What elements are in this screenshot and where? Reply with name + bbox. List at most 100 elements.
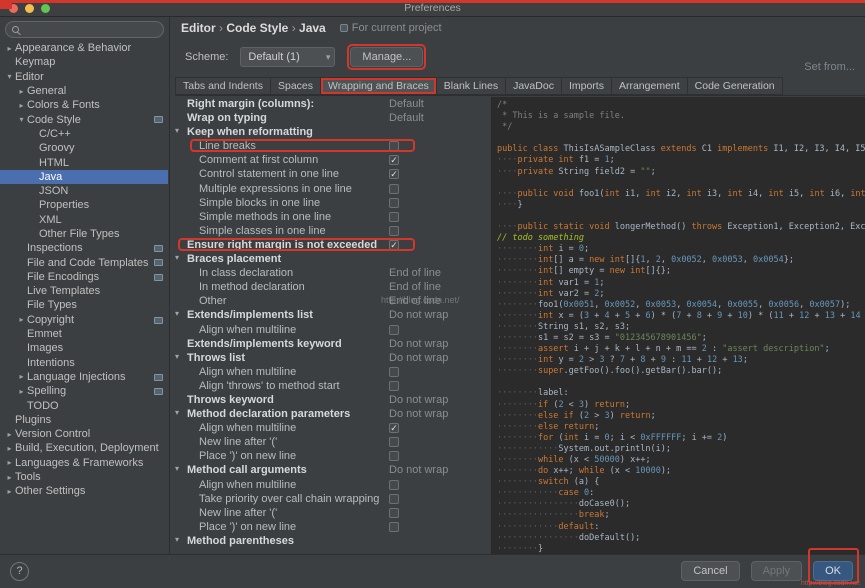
tab-code-generation[interactable]: Code Generation <box>687 77 783 95</box>
sidebar-item-other-file-types[interactable]: Other File Types <box>0 227 168 241</box>
sidebar-item-c-c[interactable]: C/C++ <box>0 127 168 141</box>
chevron-right-icon[interactable]: ▸ <box>4 487 15 496</box>
setting-place-on-new-line[interactable]: Place ')' on new line <box>171 449 491 463</box>
chevron-down-icon[interactable]: ▾ <box>4 72 15 81</box>
setting-extends-implements-keyword[interactable]: Extends/implements keywordDo not wrap <box>171 337 491 351</box>
sidebar-item-spelling[interactable]: ▸Spelling <box>0 384 168 398</box>
button-cancel[interactable]: Cancel <box>681 561 739 581</box>
setting-new-line-after[interactable]: New line after '(' <box>171 506 491 520</box>
setting-other[interactable]: OtherEnd of linehttp://blog.csdn.net/ <box>171 294 491 308</box>
checkbox-take-priority-over-call-chain-wrapping[interactable] <box>389 494 399 504</box>
sidebar-item-keymap[interactable]: Keymap <box>0 55 168 69</box>
setting-keep-when-reformatting[interactable]: ▾Keep when reformatting <box>171 125 491 139</box>
setting-align-when-multiline[interactable]: Align when multiline✓ <box>171 421 491 435</box>
setting-align-when-multiline[interactable]: Align when multiline <box>171 365 491 379</box>
checkbox-align-throws-to-method-start[interactable] <box>389 381 399 391</box>
sidebar-item-colors-fonts[interactable]: ▸Colors & Fonts <box>0 98 168 112</box>
chevron-down-icon[interactable]: ▾ <box>16 115 27 124</box>
setting-simple-methods-in-one-line[interactable]: Simple methods in one line <box>171 210 491 224</box>
checkbox-simple-classes-in-one-line[interactable] <box>389 226 399 236</box>
chevron-right-icon[interactable]: ▸ <box>4 473 15 482</box>
chevron-down-icon[interactable]: ▾ <box>175 408 179 417</box>
setting-method-declaration-parameters[interactable]: ▾Method declaration parametersDo not wra… <box>171 407 491 421</box>
manage-button[interactable]: Manage... <box>350 47 423 67</box>
setting-wrap-on-typing[interactable]: Wrap on typingDefault <box>171 111 491 125</box>
sidebar-item-language-injections[interactable]: ▸Language Injections <box>0 370 168 384</box>
sidebar-item-groovy[interactable]: Groovy <box>0 141 168 155</box>
setting-throws-list[interactable]: ▾Throws listDo not wrap <box>171 351 491 365</box>
chevron-right-icon[interactable]: ▸ <box>4 44 15 53</box>
tab-arrangement[interactable]: Arrangement <box>611 77 687 95</box>
setting-take-priority-over-call-chain-wrapping[interactable]: Take priority over call chain wrapping <box>171 492 491 506</box>
checkbox-place-on-new-line[interactable] <box>389 522 399 532</box>
sidebar-item-xml[interactable]: XML <box>0 213 168 227</box>
chevron-down-icon[interactable]: ▾ <box>175 309 179 318</box>
sidebar-item-todo[interactable]: TODO <box>0 398 168 412</box>
checkbox-align-when-multiline[interactable] <box>389 367 399 377</box>
sidebar-item-plugins[interactable]: Plugins <box>0 413 168 427</box>
sidebar-item-properties[interactable]: Properties <box>0 198 168 212</box>
chevron-down-icon[interactable]: ▾ <box>175 464 179 473</box>
minimize-window-button[interactable] <box>25 4 34 13</box>
code-preview[interactable]: /* * This is a sample file. */ public cl… <box>491 97 865 554</box>
set-from-link[interactable]: Set from... <box>804 61 855 73</box>
setting-ensure-right-margin-is-not-exceeded[interactable]: Ensure right margin is not exceeded✓ <box>171 238 491 252</box>
search-input[interactable] <box>23 24 157 36</box>
setting-align-when-multiline[interactable]: Align when multiline <box>171 478 491 492</box>
checkbox-multiple-expressions-in-one-line[interactable] <box>389 184 399 194</box>
tab-blank-lines[interactable]: Blank Lines <box>436 77 505 95</box>
breadcrumb-item[interactable]: Code Style <box>226 21 288 35</box>
setting-new-line-after[interactable]: New line after '(' <box>171 435 491 449</box>
checkbox-new-line-after[interactable] <box>389 508 399 518</box>
sidebar-item-other-settings[interactable]: ▸Other Settings <box>0 484 168 498</box>
sidebar-item-build-execution-deployment[interactable]: ▸Build, Execution, Deployment <box>0 441 168 455</box>
sidebar-item-copyright[interactable]: ▸Copyright <box>0 313 168 327</box>
checkbox-simple-blocks-in-one-line[interactable] <box>389 198 399 208</box>
setting-simple-classes-in-one-line[interactable]: Simple classes in one line <box>171 224 491 238</box>
setting-method-call-arguments[interactable]: ▾Method call argumentsDo not wrap <box>171 463 491 477</box>
setting-throws-keyword[interactable]: Throws keywordDo not wrap <box>171 393 491 407</box>
checkbox-line-breaks[interactable] <box>389 141 399 151</box>
tab-javadoc[interactable]: JavaDoc <box>505 77 561 95</box>
setting-extends-implements-list[interactable]: ▾Extends/implements listDo not wrap <box>171 308 491 322</box>
checkbox-align-when-multiline[interactable] <box>389 480 399 490</box>
chevron-down-icon[interactable]: ▾ <box>175 535 179 544</box>
sidebar-item-java[interactable]: Java <box>0 170 168 184</box>
settings-search[interactable] <box>5 21 164 38</box>
setting-multiple-expressions-in-one-line[interactable]: Multiple expressions in one line <box>171 182 491 196</box>
sidebar-item-file-encodings[interactable]: File Encodings <box>0 270 168 284</box>
chevron-right-icon[interactable]: ▸ <box>16 372 27 381</box>
scheme-select[interactable]: Default (1) ▾ <box>240 47 335 67</box>
setting-right-margin-columns[interactable]: Right margin (columns):Default <box>171 97 491 111</box>
zoom-window-button[interactable] <box>41 4 50 13</box>
checkbox-control-statement-in-one-line[interactable]: ✓ <box>389 169 399 179</box>
sidebar-item-html[interactable]: HTML <box>0 155 168 169</box>
setting-in-method-declaration[interactable]: In method declarationEnd of line <box>171 280 491 294</box>
chevron-right-icon[interactable]: ▸ <box>4 458 15 467</box>
setting-comment-at-first-column[interactable]: Comment at first column✓ <box>171 153 491 167</box>
button-ok[interactable]: OK <box>813 561 853 581</box>
tab-spaces[interactable]: Spaces <box>270 77 320 95</box>
setting-braces-placement[interactable]: ▾Braces placement <box>171 252 491 266</box>
breadcrumb-item[interactable]: Java <box>299 21 326 35</box>
chevron-right-icon[interactable]: ▸ <box>16 387 27 396</box>
sidebar-item-emmet[interactable]: Emmet <box>0 327 168 341</box>
checkbox-new-line-after[interactable] <box>389 437 399 447</box>
sidebar-item-intentions[interactable]: Intentions <box>0 356 168 370</box>
chevron-down-icon[interactable]: ▾ <box>175 352 179 361</box>
sidebar-item-file-and-code-templates[interactable]: File and Code Templates <box>0 255 168 269</box>
sidebar-item-file-types[interactable]: File Types <box>0 298 168 312</box>
sidebar-item-general[interactable]: ▸General <box>0 84 168 98</box>
sidebar-item-images[interactable]: Images <box>0 341 168 355</box>
setting-in-class-declaration[interactable]: In class declarationEnd of line <box>171 266 491 280</box>
help-button[interactable]: ? <box>10 562 29 581</box>
chevron-down-icon[interactable]: ▾ <box>175 253 179 262</box>
chevron-right-icon[interactable]: ▸ <box>16 315 27 324</box>
button-apply[interactable]: Apply <box>751 561 803 581</box>
checkbox-place-on-new-line[interactable] <box>389 451 399 461</box>
sidebar-item-editor[interactable]: ▾Editor <box>0 70 168 84</box>
sidebar-item-live-templates[interactable]: Live Templates <box>0 284 168 298</box>
setting-control-statement-in-one-line[interactable]: Control statement in one line✓ <box>171 167 491 181</box>
tab-imports[interactable]: Imports <box>561 77 611 95</box>
chevron-right-icon[interactable]: ▸ <box>4 444 15 453</box>
